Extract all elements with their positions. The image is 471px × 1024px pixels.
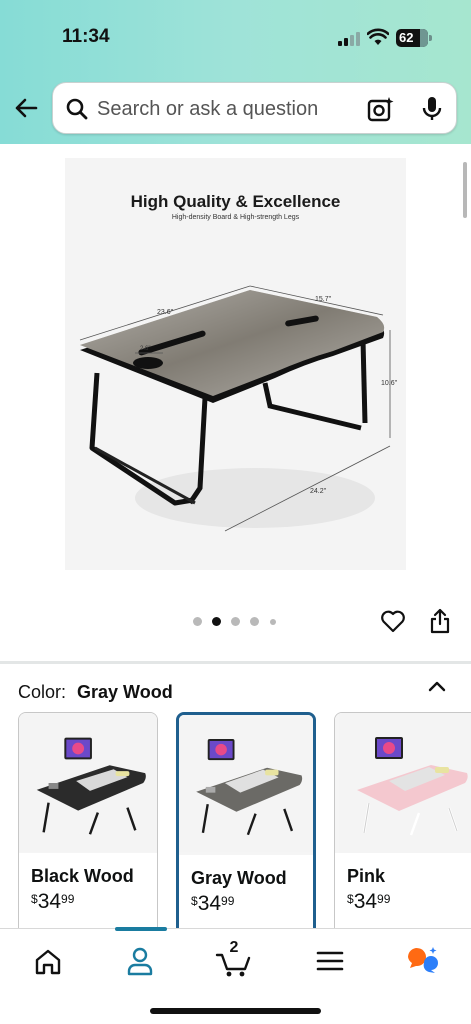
header: 11:34 62 Search or ask a question bbox=[0, 0, 471, 144]
menu-icon[interactable] bbox=[310, 943, 350, 979]
account-icon[interactable] bbox=[120, 943, 160, 979]
scrollbar[interactable] bbox=[463, 162, 467, 218]
color-option-black-wood[interactable]: Black Wood $3499 bbox=[18, 712, 158, 952]
dimension-depth: 15.7" bbox=[315, 296, 332, 303]
color-option-name: Gray Wood bbox=[191, 868, 287, 888]
carousel-dot[interactable] bbox=[250, 617, 259, 626]
price-fraction: 99 bbox=[377, 892, 391, 906]
dimension-width: 23.6" bbox=[157, 309, 174, 316]
color-option-pink[interactable]: Pink $3499 bbox=[334, 712, 471, 952]
color-option-name: Pink bbox=[347, 866, 386, 886]
rufus-icon[interactable] bbox=[402, 943, 442, 979]
cart-button[interactable]: 2 bbox=[215, 939, 255, 979]
home-indicator[interactable] bbox=[150, 1008, 321, 1014]
cart-count: 2 bbox=[229, 939, 239, 956]
product-image-title: High Quality & Excellence bbox=[130, 192, 341, 211]
price-fraction: 99 bbox=[221, 894, 235, 908]
product-image-subtitle: High-density Board & High-strength Legs bbox=[171, 214, 300, 221]
camera-search-icon[interactable] bbox=[367, 96, 395, 122]
color-option-image bbox=[179, 715, 313, 855]
back-arrow-icon[interactable] bbox=[12, 94, 40, 122]
search-icon bbox=[66, 98, 88, 120]
price-symbol: $ bbox=[347, 892, 354, 906]
cellular-signal-icon bbox=[338, 32, 362, 46]
price-fraction: 99 bbox=[61, 892, 75, 906]
active-tab-indicator bbox=[115, 927, 167, 931]
microphone-icon[interactable] bbox=[421, 95, 443, 123]
share-icon[interactable] bbox=[429, 608, 451, 634]
home-icon[interactable] bbox=[28, 943, 68, 979]
color-option-image bbox=[335, 713, 471, 853]
status-time: 11:34 bbox=[62, 26, 110, 47]
price-whole: 34 bbox=[353, 890, 378, 913]
price-symbol: $ bbox=[191, 894, 198, 908]
chevron-up-icon[interactable] bbox=[428, 679, 446, 693]
color-label: Color: bbox=[18, 682, 67, 702]
search-input[interactable]: Search or ask a question bbox=[97, 98, 318, 121]
price-whole: 34 bbox=[37, 890, 62, 913]
carousel-dot-active[interactable] bbox=[212, 617, 221, 626]
section-divider bbox=[0, 661, 471, 664]
heart-icon[interactable] bbox=[380, 609, 406, 633]
color-option-image bbox=[19, 713, 157, 853]
price-symbol: $ bbox=[31, 892, 38, 906]
color-option-price: $3499 bbox=[31, 890, 74, 914]
color-option-name: Black Wood bbox=[31, 866, 134, 886]
color-selected-value: Gray Wood bbox=[77, 682, 173, 702]
color-option-price: $3499 bbox=[347, 890, 390, 914]
carousel-dot[interactable] bbox=[270, 619, 276, 625]
color-option-price: $3499 bbox=[191, 892, 234, 916]
search-bar[interactable]: Search or ask a question bbox=[52, 82, 457, 134]
dimension-cup-holder: 2.6" bbox=[140, 346, 150, 352]
battery-level: 62 bbox=[399, 30, 414, 45]
carousel-dot[interactable] bbox=[231, 617, 240, 626]
image-carousel-dots[interactable] bbox=[193, 617, 283, 627]
dimension-height: 10.6" bbox=[381, 380, 398, 387]
color-option-gray-wood[interactable]: Gray Wood $3499 bbox=[176, 712, 316, 952]
product-image[interactable]: 23.6" 15.7" 2.6" 10.6" 24.2" High Qualit… bbox=[65, 158, 406, 570]
price-whole: 34 bbox=[197, 892, 222, 915]
wifi-icon bbox=[367, 28, 389, 45]
color-selector-header[interactable]: Color: Gray Wood bbox=[18, 682, 173, 703]
battery-icon: 62 bbox=[396, 29, 432, 47]
dimension-length: 24.2" bbox=[310, 488, 327, 495]
carousel-dot[interactable] bbox=[193, 617, 202, 626]
